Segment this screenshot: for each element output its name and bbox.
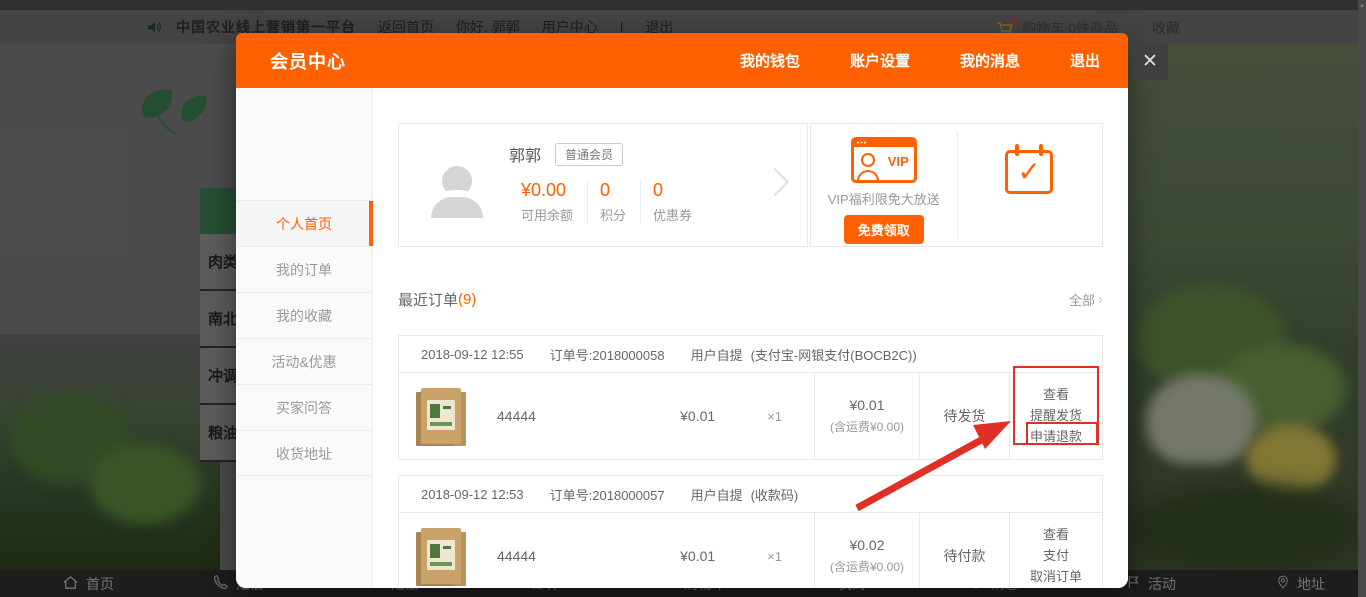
stat-coupons: 0 优惠券 xyxy=(640,180,706,224)
order-shipping: (含运费¥0.00) xyxy=(830,418,904,435)
product-price: ¥0.01 xyxy=(680,548,715,564)
avatar xyxy=(431,166,483,218)
vip-promo-text: VIP福利限免大放送 xyxy=(828,189,940,208)
signin-calendar[interactable]: ✓ xyxy=(957,132,1102,238)
vip-promo: ••• VIP VIP福利限免大放送 免费领取 xyxy=(811,124,957,246)
promo-card: ••• VIP VIP福利限免大放送 免费领取 ✓ xyxy=(810,123,1103,247)
product-name[interactable]: 44444 xyxy=(497,548,536,564)
sidebar-item-my-orders[interactable]: 我的订单 xyxy=(236,246,372,292)
recent-orders-count: (9) xyxy=(458,291,476,308)
product-thumbnail[interactable] xyxy=(421,528,461,584)
order-status: 待付款 xyxy=(919,513,1009,588)
order-shipping: (含运费¥0.00) xyxy=(830,558,904,575)
calendar-check-icon: ✓ xyxy=(1005,150,1053,194)
order-header: 2018-09-12 12:53 订单号:2018000057 用户自提 (收款… xyxy=(399,476,1102,513)
order-number: 订单号:2018000058 xyxy=(550,345,665,364)
vip-icon: ••• VIP xyxy=(851,137,917,183)
product-price: ¥0.01 xyxy=(680,408,715,424)
order-total-cell: ¥0.01 (含运费¥0.00) xyxy=(814,373,919,459)
order-product-cell: 44444 ¥0.01 ×1 xyxy=(399,373,814,459)
product-thumbnail[interactable] xyxy=(421,388,461,444)
user-name: 郭郭 xyxy=(509,142,541,166)
nav-my-messages[interactable]: 我的消息 xyxy=(960,50,1020,71)
order-actions: 查看 提醒发货 申请退款 xyxy=(1009,373,1102,459)
profile-card: 郭郭 普通会员 ¥0.00 可用余额 0 积分 xyxy=(398,123,808,247)
order-payment: (收款码) xyxy=(751,485,799,504)
screen: 中国农业线上营销第一平台 返回首页 你好, 郭郭 用户中心 | 退出 购物车 0… xyxy=(0,0,1366,597)
order-payment: (支付宝-网银支付(BOCB2C)) xyxy=(751,345,917,364)
order-header: 2018-09-12 12:55 订单号:2018000058 用户自提 (支付… xyxy=(399,336,1102,373)
order-number: 订单号:2018000057 xyxy=(550,485,665,504)
order-actions: 查看 支付 取消订单 xyxy=(1009,513,1102,588)
chevron-right-icon: › xyxy=(1098,291,1103,308)
modal-body: 个人首页 我的订单 我的收藏 活动&优惠 买家问答 收货地址 xyxy=(236,88,1128,588)
sidebar-item-personal-home[interactable]: 个人首页 xyxy=(236,200,372,246)
stat-points: 0 积分 xyxy=(587,180,640,224)
chevron-right-icon[interactable] xyxy=(761,168,789,196)
remind-shipment-link[interactable]: 提醒发货 xyxy=(1030,407,1082,425)
cancel-order-link[interactable]: 取消订单 xyxy=(1030,568,1082,586)
modal-content: 郭郭 普通会员 ¥0.00 可用余额 0 积分 xyxy=(373,88,1128,588)
order-row: 2018-09-12 12:53 订单号:2018000057 用户自提 (收款… xyxy=(398,475,1103,588)
modal-sidebar: 个人首页 我的订单 我的收藏 活动&优惠 买家问答 收货地址 xyxy=(236,88,373,588)
order-total-cell: ¥0.02 (含运费¥0.00) xyxy=(814,513,919,588)
sidebar-item-my-favorites[interactable]: 我的收藏 xyxy=(236,292,372,338)
order-status: 待发货 xyxy=(919,373,1009,459)
modal-header: 会员中心 我的钱包 账户设置 我的消息 退出 xyxy=(236,33,1128,88)
member-center-modal: 会员中心 我的钱包 账户设置 我的消息 退出 个人首页 我的订单 我的收藏 活动… xyxy=(236,33,1128,588)
order-total: ¥0.01 xyxy=(849,397,884,413)
order-datetime: 2018-09-12 12:53 xyxy=(421,487,524,502)
close-button[interactable]: ✕ xyxy=(1132,44,1168,80)
stat-balance: ¥0.00 可用余额 xyxy=(509,180,587,224)
product-qty: ×1 xyxy=(767,549,782,564)
sidebar-item-activities-deals[interactable]: 活动&优惠 xyxy=(236,338,372,384)
product-name[interactable]: 44444 xyxy=(497,408,536,424)
nav-account-settings[interactable]: 账户设置 xyxy=(850,50,910,71)
order-total: ¥0.02 xyxy=(849,537,884,553)
active-indicator-bar xyxy=(369,201,373,246)
recent-orders-title: 最近订单 xyxy=(398,289,458,310)
nav-my-wallet[interactable]: 我的钱包 xyxy=(740,50,800,71)
view-all-link[interactable]: 全部 xyxy=(1069,290,1095,309)
free-claim-button[interactable]: 免费领取 xyxy=(844,215,924,244)
request-refund-link[interactable]: 申请退款 xyxy=(1030,428,1082,446)
pay-order-link[interactable]: 支付 xyxy=(1043,547,1069,565)
order-row: 2018-09-12 12:55 订单号:2018000058 用户自提 (支付… xyxy=(398,335,1103,460)
recent-orders-header: 最近订单 (9) 全部 › xyxy=(398,289,1103,310)
sidebar-item-shipping-address[interactable]: 收货地址 xyxy=(236,430,372,476)
sidebar-item-buyer-qa[interactable]: 买家问答 xyxy=(236,384,372,430)
modal-nav: 我的钱包 账户设置 我的消息 退出 xyxy=(740,50,1100,71)
modal-title: 会员中心 xyxy=(270,48,346,74)
order-product-cell: 44444 ¥0.01 ×1 xyxy=(399,513,814,588)
product-qty: ×1 xyxy=(767,409,782,424)
order-delivery: 用户自提 xyxy=(691,345,743,364)
order-delivery: 用户自提 xyxy=(691,485,743,504)
order-datetime: 2018-09-12 12:55 xyxy=(421,347,524,362)
view-order-link[interactable]: 查看 xyxy=(1043,526,1069,544)
nav-logout[interactable]: 退出 xyxy=(1070,50,1100,71)
view-order-link[interactable]: 查看 xyxy=(1043,386,1069,404)
member-level-badge: 普通会员 xyxy=(555,143,623,166)
